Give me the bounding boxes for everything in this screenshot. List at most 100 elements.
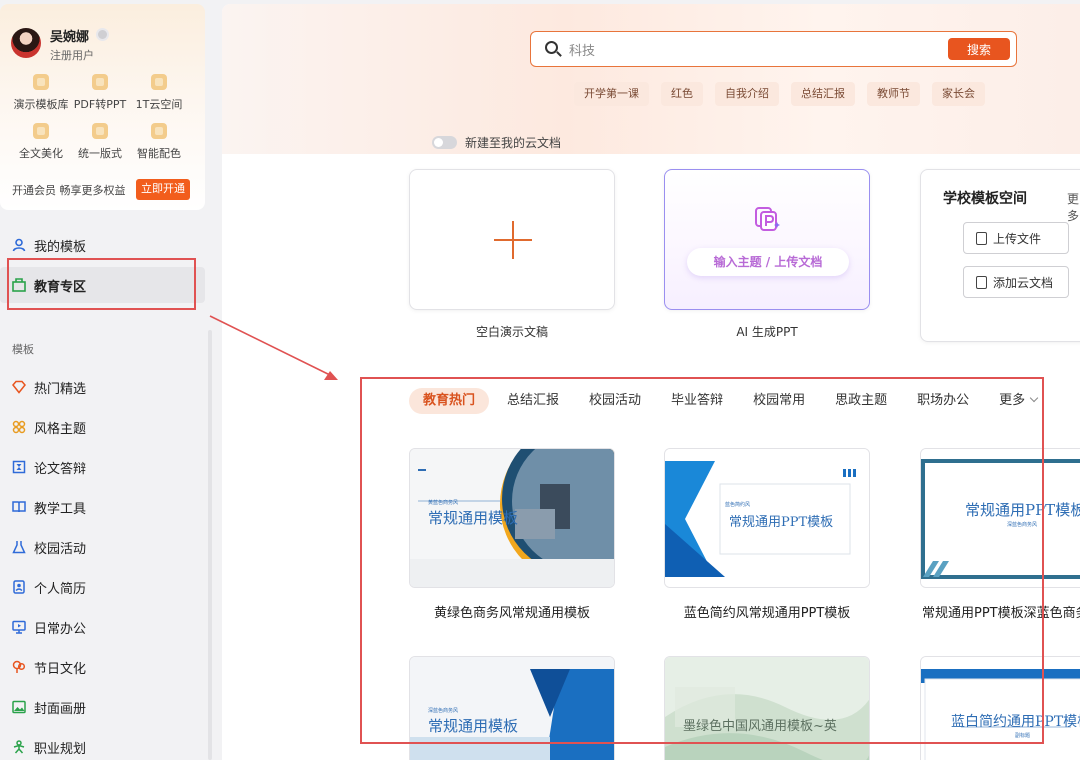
search-input[interactable]	[569, 38, 929, 60]
feature-smart-color[interactable]: 智能配色	[127, 123, 191, 161]
chevron-down-icon	[1029, 393, 1039, 403]
hot-tags: 开学第一课 红色 自我介绍 总结汇报 教师节 家长会	[574, 82, 985, 106]
section-label-templates: 模板	[12, 343, 34, 356]
hourglass-icon	[12, 460, 26, 474]
tab-summary-report[interactable]: 总结汇报	[507, 388, 559, 414]
blank-presentation-label: 空白演示文稿	[475, 325, 548, 339]
nav-my-templates[interactable]: 我的模板	[0, 227, 205, 263]
sidebar-scrollbar[interactable]	[208, 330, 212, 760]
template-subtitle: 深蓝色商务风	[428, 708, 459, 714]
book-icon	[12, 500, 26, 514]
palette-icon	[151, 123, 167, 139]
template-card[interactable]: 常规通用PPT模板 蓝色简约风	[664, 448, 870, 588]
feature-unified-layout[interactable]: 统一版式	[68, 123, 132, 161]
cloud-save-toggle[interactable]	[432, 136, 457, 149]
school-template-space: 学校模板空间 更多 上传文件 添加云文档	[920, 169, 1080, 342]
template-subtitle: 副标题	[1015, 733, 1031, 739]
category-tabs: 教育热门 总结汇报 校园活动 毕业答辩 校园常用 思政主题 职场办公 更多	[409, 388, 1067, 414]
feature-beautify[interactable]: 全文美化	[9, 123, 73, 161]
nav-label: 日常办公	[34, 621, 87, 637]
feature-label: 全文美化	[19, 147, 63, 160]
tab-workplace-office[interactable]: 职场办公	[917, 388, 969, 414]
nav-label: 教育专区	[34, 279, 87, 295]
nav-daily-office[interactable]: 日常办公	[0, 609, 205, 645]
nav-label: 教学工具	[34, 501, 87, 517]
nav-education-zone[interactable]: 教育专区	[0, 267, 205, 303]
nav-hot-picks[interactable]: 热门精选	[0, 369, 205, 405]
ai-ppt-icon	[755, 207, 780, 231]
tab-campus-activities[interactable]: 校园活动	[589, 388, 641, 414]
feature-label: 智能配色	[137, 147, 181, 160]
tab-more[interactable]: 更多	[999, 388, 1039, 414]
template-card[interactable]: 蓝白简约通用PPT模板 副标题	[920, 656, 1080, 760]
tag-chip[interactable]: 开学第一课	[574, 82, 649, 106]
template-card[interactable]: 常规通用PPT模板 深蓝色商务风	[920, 448, 1080, 588]
template-card[interactable]: 常规通用模板 黄蓝色商务风	[409, 448, 615, 588]
nav-label: 校园活动	[34, 541, 87, 557]
template-title: 常规通用PPT模板	[729, 515, 834, 530]
diamond-icon	[12, 380, 26, 394]
tab-education-hot[interactable]: 教育热门	[409, 388, 490, 414]
cloud-space-icon	[151, 74, 167, 90]
tag-chip[interactable]: 家长会	[932, 82, 985, 106]
nav-label: 节日文化	[34, 661, 87, 677]
nav-festival-culture[interactable]: 节日文化	[0, 649, 205, 685]
nav-cover-album[interactable]: 封面画册	[0, 689, 205, 725]
template-card[interactable]: 常规通用模板 深蓝色商务风	[409, 656, 615, 760]
layout-icon	[92, 123, 108, 139]
resume-icon	[12, 580, 26, 594]
feature-label: 统一版式	[78, 147, 122, 160]
feature-pdf-to-ppt[interactable]: PDF转PPT	[68, 74, 132, 112]
festival-icon	[12, 660, 26, 674]
settings-badge-icon[interactable]	[96, 28, 109, 41]
tag-chip[interactable]: 自我介绍	[715, 82, 779, 106]
upload-file-button[interactable]: 上传文件	[963, 222, 1069, 254]
template-preview-image	[921, 657, 1080, 760]
ai-input-pill[interactable]: 输入主题 / 上传文档	[687, 248, 849, 276]
add-cloud-doc-button[interactable]: 添加云文档	[963, 266, 1069, 298]
tag-chip[interactable]: 总结汇报	[791, 82, 855, 106]
school-more-link[interactable]: 更多	[1067, 190, 1080, 224]
tab-ideology[interactable]: 思政主题	[835, 388, 887, 414]
search-button[interactable]: 搜索	[948, 38, 1010, 60]
main-panel: 搜索 开学第一课 红色 自我介绍 总结汇报 教师节 家长会 新建至我的云文档 空…	[222, 4, 1080, 760]
tag-chip[interactable]: 红色	[661, 82, 703, 106]
feature-template-library[interactable]: 演示模板库	[9, 74, 73, 112]
user-card: 吴婉娜 注册用户 演示模板库 PDF转PPT 1T云空间 全文美化 统一版式 智…	[0, 4, 205, 210]
pdf-convert-icon	[92, 74, 108, 90]
nav-label: 封面画册	[34, 701, 87, 717]
nav-resume[interactable]: 个人简历	[0, 569, 205, 605]
cloud-doc-icon	[976, 275, 987, 289]
school-space-title: 学校模板空间	[943, 191, 1027, 207]
feature-label: 1T云空间	[135, 98, 183, 111]
search-icon	[545, 41, 558, 54]
template-title: 常规通用PPT模板	[965, 501, 1080, 519]
nav-teaching-tools[interactable]: 教学工具	[0, 489, 205, 525]
tab-graduation-defense[interactable]: 毕业答辩	[671, 388, 723, 414]
ai-ppt-card[interactable]: 输入主题 / 上传文档	[664, 169, 870, 310]
feature-label: PDF转PPT	[73, 98, 127, 111]
nav-label: 职业规划	[34, 741, 87, 757]
nav-campus-activities[interactable]: 校园活动	[0, 529, 205, 565]
image-icon	[12, 700, 26, 714]
tab-more-label: 更多	[999, 393, 1026, 408]
tag-chip[interactable]: 教师节	[867, 82, 920, 106]
career-icon	[12, 740, 26, 754]
nav-label: 我的模板	[34, 239, 87, 255]
tab-campus-common[interactable]: 校园常用	[753, 388, 805, 414]
template-card[interactable]: 墨绿色中国风通用模板~英	[664, 656, 870, 760]
feature-cloud-space[interactable]: 1T云空间	[127, 74, 191, 112]
nav-style-themes[interactable]: 风格主题	[0, 409, 205, 445]
nav-career-planning[interactable]: 职业规划	[0, 729, 205, 760]
hero-background	[222, 4, 1080, 154]
nav-label: 论文答辩	[34, 461, 87, 477]
blank-presentation-card[interactable]	[409, 169, 615, 310]
nav-thesis-defense[interactable]: 论文答辩	[0, 449, 205, 485]
vip-activate-button[interactable]: 立即开通	[136, 179, 190, 200]
template-title: 墨绿色中国风通用模板~英	[683, 719, 837, 734]
template-title: 常规通用模板	[428, 717, 519, 735]
education-icon	[12, 278, 26, 292]
template-caption: 蓝色简约风常规通用PPT模板	[683, 606, 851, 621]
template-preview-image	[665, 657, 869, 760]
avatar[interactable]	[11, 28, 41, 58]
